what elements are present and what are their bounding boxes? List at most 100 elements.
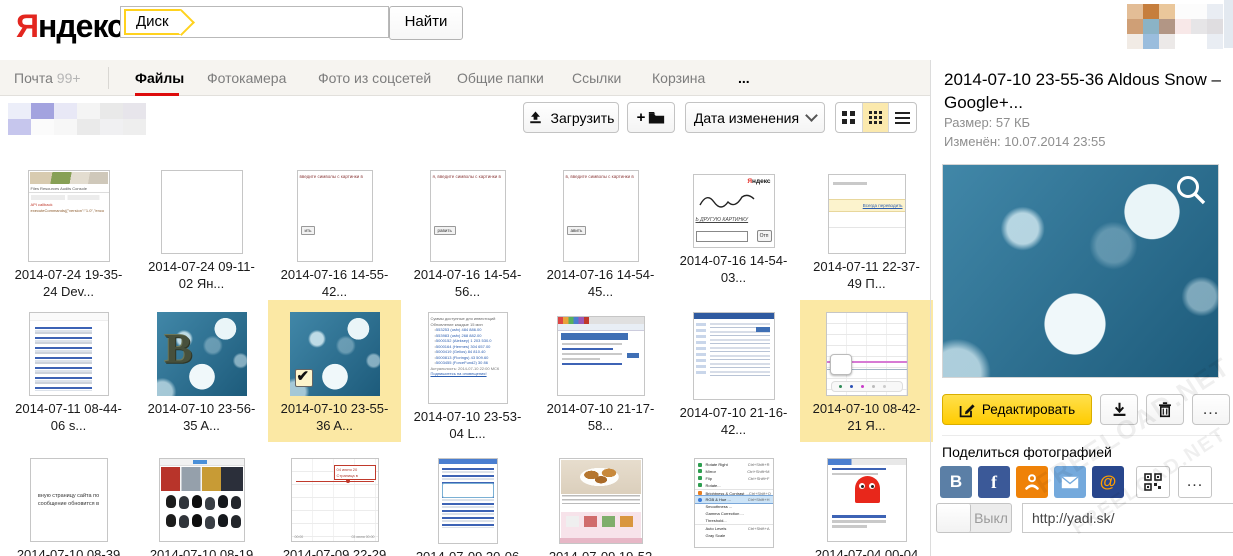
search-box[interactable]: Диск [120, 6, 389, 38]
file-tile[interactable]: вную страницу сайта по сообщение обновит… [2, 452, 135, 556]
share-vk-button[interactable]: В [940, 466, 972, 498]
file-tile[interactable]: 2014-07-10 21-17-58... [534, 300, 667, 442]
file-thumbnail[interactable] [159, 458, 245, 542]
share-more-button[interactable]: ... [1178, 466, 1212, 498]
file-tile[interactable]: 2014-07-24 09-11-02 Ян... [135, 158, 268, 300]
share-mailru-button[interactable]: @ [1092, 466, 1124, 498]
tab-files[interactable]: Файлы [135, 70, 184, 86]
file-tile[interactable]: 2014-07-09 19-52 [534, 452, 667, 556]
file-thumbnail[interactable]: B [157, 312, 247, 396]
file-thumbnail[interactable]: 04 июня 20 Страница в 00:0003 июня 00:00 [291, 458, 379, 542]
file-thumbnail[interactable] [557, 316, 645, 396]
file-tile[interactable]: Яндекс Ь ДРУГУЮ КАРТИНКУ Отп 2014-07-16 … [667, 158, 800, 300]
file-thumbnail[interactable]: Files Resources Audits Console API callb… [28, 170, 110, 262]
file-name: 2014-07-16 14-54-45... [534, 267, 667, 300]
public-link-toggle[interactable]: Выкл [936, 503, 1012, 533]
thumb-text: Files Resources Audits Console [29, 185, 109, 193]
checkbox-checked-icon[interactable] [295, 369, 313, 387]
file-tile[interactable]: введите символы с картинки в ить 2014-07… [268, 158, 401, 300]
download-button[interactable] [1100, 394, 1138, 425]
share-odnoklassniki-button[interactable] [1016, 466, 1048, 498]
file-thumbnail[interactable] [438, 458, 498, 544]
tab-more[interactable]: ... [738, 70, 750, 86]
file-tile[interactable]: 2014-07-11 08-44-06 s... [2, 300, 135, 442]
file-thumbnail[interactable]: Яндекс Ь ДРУГУЮ КАРТИНКУ Отп [693, 174, 775, 248]
file-thumbnail[interactable]: я, введите символы с картинки в равить [430, 170, 506, 262]
toggle-knob[interactable] [937, 504, 971, 532]
magnifier-icon[interactable] [1174, 173, 1208, 207]
sort-dropdown[interactable]: Дата изменения [685, 102, 825, 133]
file-modified: Изменён: 10.07.2014 23:55 [944, 134, 1106, 149]
file-tile[interactable]: Files Resources Audits Console API callb… [2, 158, 135, 300]
yandex-mini-logo: Яндекс [747, 178, 770, 185]
file-tile[interactable]: Суммы доступные для инвестиций Обновлени… [401, 300, 534, 442]
file-thumbnail[interactable] [290, 312, 380, 396]
thumb-button: ить [301, 226, 316, 235]
yandex-logo[interactable]: Яндекс [16, 8, 124, 45]
search-input[interactable] [201, 9, 385, 37]
file-tile[interactable]: 2014-07-10 21-16-42... [667, 300, 800, 442]
file-tile[interactable]: 2014-07-04 00-04 [800, 452, 933, 556]
file-name: 2014-07-09 22-29 [268, 547, 401, 556]
file-name: 2014-07-11 22-37-49 П... [800, 259, 933, 292]
checkbox-unchecked[interactable] [830, 354, 852, 375]
toggle-label: Выкл [971, 504, 1011, 532]
tab-social-photos[interactable]: Фото из соцсетей [318, 70, 431, 86]
file-name: 2014-07-16 14-54-03... [667, 253, 800, 286]
delete-button[interactable] [1146, 394, 1184, 425]
file-thumbnail[interactable]: Всегда переводить [828, 174, 906, 254]
tab-camera[interactable]: Фотокамера [207, 70, 286, 86]
tab-links[interactable]: Ссылки [572, 70, 621, 86]
upload-button[interactable]: Загрузить [523, 102, 619, 133]
small-grid-icon [869, 111, 883, 125]
file-thumbnail[interactable] [827, 458, 907, 542]
file-preview-image[interactable] [942, 164, 1219, 378]
breadcrumb-pixelated [8, 103, 148, 136]
file-thumbnail[interactable] [29, 312, 109, 396]
more-actions-button[interactable]: ... [1192, 394, 1230, 425]
file-thumbnail[interactable]: введите символы с картинки в ить [297, 170, 373, 262]
tab-shared-folders[interactable]: Общие папки [457, 70, 544, 86]
file-tile[interactable]: Rotate RightCtrl+Shift+R MirrorCtrl+Shif… [667, 452, 800, 556]
file-name: 2014-07-10 23-53-04 L... [401, 409, 534, 442]
edit-button[interactable]: Редактировать [942, 394, 1092, 425]
file-tile[interactable]: Всегда переводить 2014-07-11 22-37-49 П.… [800, 158, 933, 300]
share-email-button[interactable] [1054, 466, 1086, 498]
new-folder-button[interactable]: + [627, 102, 675, 133]
file-name: 2014-07-16 14-54-56... [401, 267, 534, 300]
file-thumbnail[interactable]: в, введите символы с картинки в авить [563, 170, 639, 262]
share-facebook-button[interactable]: f [978, 466, 1010, 498]
file-tile-selected[interactable]: 2014-07-10 08-42-21 Я... [800, 300, 933, 442]
file-thumbnail[interactable] [161, 170, 243, 254]
captcha-input [696, 231, 748, 242]
file-tile[interactable]: B 2014-07-10 23-56-35 A... [135, 300, 268, 442]
view-large-tiles-button[interactable] [836, 103, 863, 132]
file-tile[interactable]: в, введите символы с картинки в авить 20… [534, 158, 667, 300]
file-thumbnail[interactable] [826, 312, 908, 396]
active-tab-underline [135, 93, 179, 96]
view-tiles-button[interactable] [863, 103, 890, 132]
file-thumbnail[interactable]: Rotate RightCtrl+Shift+R MirrorCtrl+Shif… [694, 458, 774, 548]
file-tile[interactable]: я, введите символы с картинки в равить 2… [401, 158, 534, 300]
chart-legend-art [831, 381, 903, 392]
view-list-button[interactable] [889, 103, 916, 132]
file-thumbnail[interactable] [693, 312, 775, 400]
file-thumbnail[interactable]: Суммы доступные для инвестиций Обновлени… [428, 312, 508, 404]
public-link-input[interactable] [1022, 503, 1233, 533]
file-tile[interactable]: 2014-07-10 08-19 [135, 452, 268, 556]
file-tile[interactable]: 04 июня 20 Страница в 00:0003 июня 00:00… [268, 452, 401, 556]
search-scope-tag[interactable]: Диск [124, 9, 181, 35]
file-thumbnail[interactable] [559, 458, 643, 544]
file-thumbnail[interactable]: вную страницу сайта по сообщение обновит… [30, 458, 108, 542]
tab-mail[interactable]: Почта 99+ [14, 70, 81, 86]
file-tile-selected[interactable]: 2014-07-10 23-55-36 A... [268, 300, 401, 442]
tab-divider [108, 67, 109, 89]
user-avatar-pixelated[interactable] [1127, 4, 1223, 49]
file-tile[interactable]: 2014-07-09 20-06 [401, 452, 534, 556]
download-icon [1111, 401, 1128, 418]
tab-trash[interactable]: Корзина [652, 70, 705, 86]
odnoklassniki-icon [1023, 473, 1041, 491]
search-button[interactable]: Найти [389, 6, 463, 40]
qr-code-button[interactable] [1136, 466, 1170, 498]
file-name: 2014-07-10 08-19 [135, 547, 268, 556]
